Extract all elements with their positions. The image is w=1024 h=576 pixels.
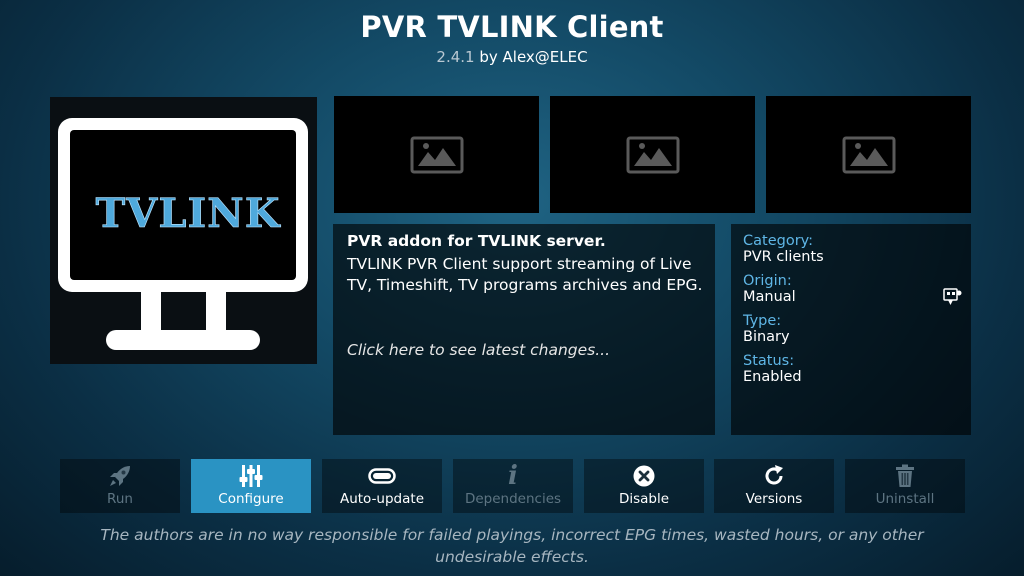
logo-text: TVLINK — [96, 190, 281, 237]
status-label: Status: — [743, 353, 795, 369]
addon-title: PVR TVLINK Client — [360, 10, 664, 44]
info-type: Type: Binary — [743, 313, 790, 345]
versions-label: Versions — [745, 491, 803, 507]
description-panel: PVR addon for TVLINK server. TVLINK PVR … — [333, 224, 715, 435]
disclaimer-text: The authors are in no way responsible fo… — [100, 526, 924, 566]
uninstall-button[interactable]: Uninstall — [845, 459, 965, 513]
origin-value: Manual — [743, 289, 796, 305]
latest-changes-link[interactable]: Click here to see latest changes... — [347, 341, 610, 359]
versions-button[interactable]: Versions — [714, 459, 834, 513]
category-value: PVR clients — [743, 249, 824, 265]
info-category: Category: PVR clients — [743, 233, 824, 265]
description-body: TVLINK PVR Client support streaming of L… — [347, 255, 703, 294]
image-placeholder-icon — [626, 136, 680, 174]
addon-version: 2.4.1 — [436, 48, 475, 66]
run-label: Run — [107, 491, 133, 507]
tv-monitor-icon: TVLINK — [58, 118, 308, 350]
type-label: Type: — [743, 313, 782, 329]
uninstall-label: Uninstall — [875, 491, 935, 507]
content-rating-icon — [943, 288, 962, 305]
disable-button[interactable]: Disable — [584, 459, 704, 513]
sliders-icon — [191, 463, 311, 489]
info-panel: Category: PVR clients Origin: Manual Typ… — [731, 224, 971, 435]
rocket-icon — [60, 463, 180, 489]
addon-author: by Alex@ELEC — [479, 48, 588, 66]
category-label: Category: — [743, 233, 814, 249]
configure-label: Configure — [218, 491, 284, 507]
status-value: Enabled — [743, 369, 802, 385]
info-status: Status: Enabled — [743, 353, 802, 385]
configure-button[interactable]: Configure — [191, 459, 311, 513]
auto-update-label: Auto-update — [339, 491, 425, 507]
toggle-icon — [322, 463, 442, 489]
addon-subtitle: 2.4.1 by Alex@ELEC — [0, 48, 1024, 66]
info-origin: Origin: Manual — [743, 273, 796, 305]
auto-update-button[interactable]: Auto-update — [322, 459, 442, 513]
refresh-icon — [714, 463, 834, 489]
x-circle-icon — [584, 463, 704, 489]
addon-icon: TVLINK — [50, 97, 317, 364]
dependencies-label: Dependencies — [464, 491, 562, 507]
screenshot-thumbnail-2[interactable] — [550, 96, 755, 213]
type-value: Binary — [743, 329, 790, 345]
dependencies-button[interactable]: i Dependencies — [453, 459, 573, 513]
info-icon: i — [508, 461, 518, 491]
description-heading: PVR addon for TVLINK server. — [347, 232, 606, 250]
image-placeholder-icon — [842, 136, 896, 174]
origin-label: Origin: — [743, 273, 792, 289]
run-button[interactable]: Run — [60, 459, 180, 513]
trash-icon — [845, 463, 965, 489]
image-placeholder-icon — [410, 136, 464, 174]
screenshot-thumbnail-1[interactable] — [334, 96, 539, 213]
screenshot-thumbnail-3[interactable] — [766, 96, 971, 213]
disable-label: Disable — [618, 491, 670, 507]
